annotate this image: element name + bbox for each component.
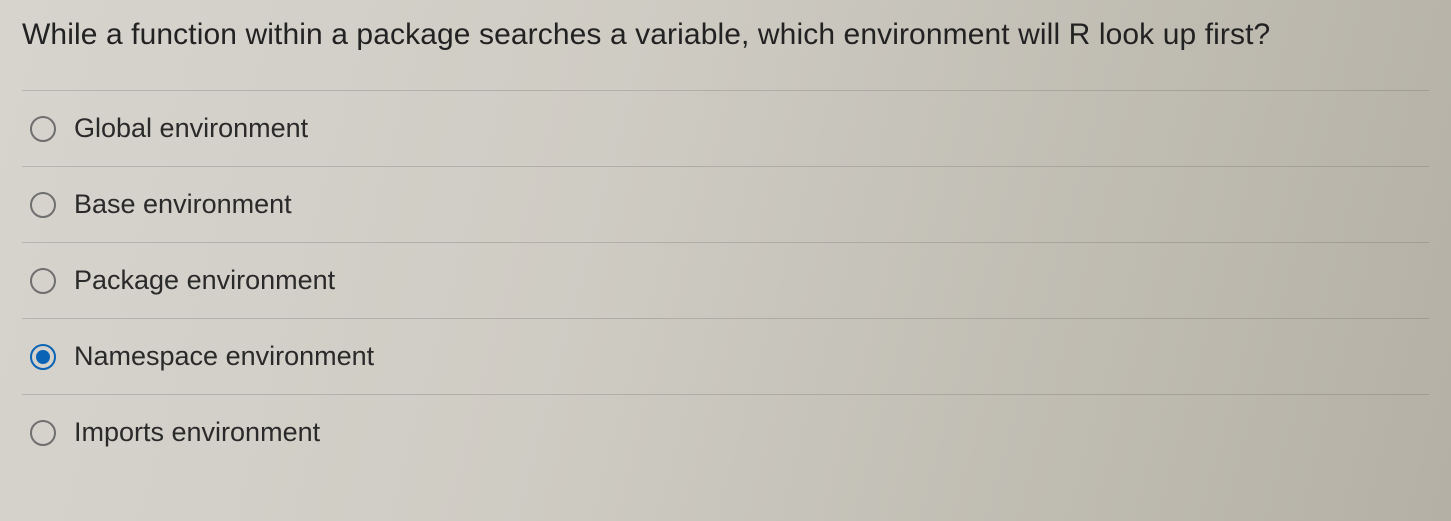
option-label: Namespace environment — [74, 341, 374, 372]
radio-icon[interactable] — [30, 420, 56, 446]
radio-icon[interactable] — [30, 116, 56, 142]
option-imports-environment[interactable]: Imports environment — [22, 394, 1429, 470]
option-base-environment[interactable]: Base environment — [22, 166, 1429, 242]
options-list: Global environment Base environment Pack… — [22, 90, 1429, 470]
option-namespace-environment[interactable]: Namespace environment — [22, 318, 1429, 394]
radio-icon[interactable] — [30, 268, 56, 294]
radio-icon[interactable] — [30, 192, 56, 218]
option-global-environment[interactable]: Global environment — [22, 90, 1429, 166]
option-package-environment[interactable]: Package environment — [22, 242, 1429, 318]
option-label: Global environment — [74, 113, 308, 144]
option-label: Package environment — [74, 265, 335, 296]
quiz-container: While a function within a package search… — [0, 0, 1451, 521]
option-label: Base environment — [74, 189, 292, 220]
radio-icon[interactable] — [30, 344, 56, 370]
question-text: While a function within a package search… — [22, 18, 1429, 52]
option-label: Imports environment — [74, 417, 320, 448]
